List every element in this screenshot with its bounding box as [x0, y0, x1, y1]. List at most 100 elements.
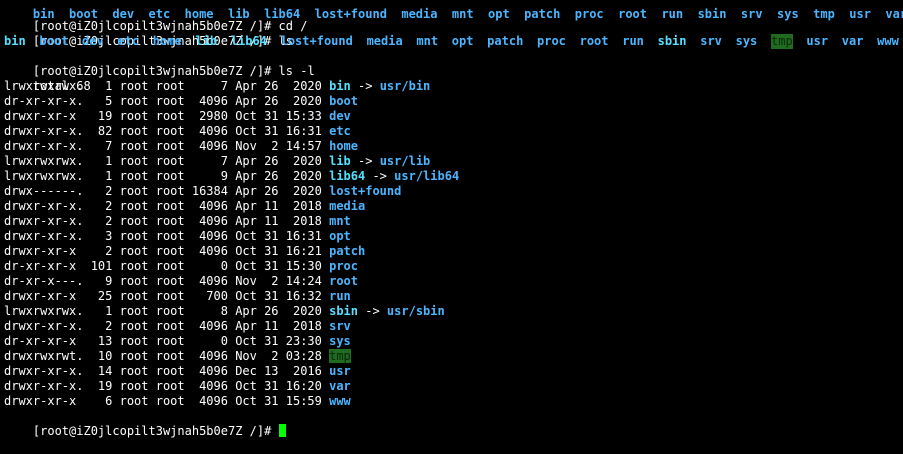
listing-entry: dr-xr-xr-x 13 root root 0 Oct 31 23:30 s…	[4, 334, 351, 349]
ls-item-dev: dev	[82, 34, 104, 48]
prompt-line-cd: [root@iZ0jlcopilt3wjnah5b0e7Z /]# cd /	[4, 4, 308, 33]
entry-meta: drwxr-xr-x. 7 root root 4096 Nov 2 14:57	[4, 139, 330, 153]
entry-meta: drwxr-xr-x 6 root root 4096 Oct 31 15:59	[4, 394, 330, 408]
listing-entry: lrwxrwxrwx. 1 root root 8 Apr 26 2020 sb…	[4, 304, 445, 319]
entry-name: www	[329, 394, 351, 408]
listing-entry: drwxr-xr-x. 82 root root 4096 Oct 31 16:…	[4, 124, 351, 139]
symlink-target: usr/bin	[379, 79, 431, 93]
listing-entry: drwxr-xr-x. 19 root root 4096 Oct 31 16:…	[4, 379, 351, 394]
ls-item-srv: srv	[700, 34, 722, 48]
entry-name: sbin	[329, 304, 359, 318]
ls-item-usr: usr	[806, 34, 829, 48]
listing-entry: lrwxrwxrwx. 1 root root 7 Apr 26 2020 li…	[4, 154, 430, 169]
listing-entry: drwxr-xr-x. 7 root root 4096 Nov 2 14:57…	[4, 139, 358, 154]
listing-entry: dr-xr-xr-x. 5 root root 4096 Apr 26 2020…	[4, 94, 358, 109]
cursor-block	[278, 424, 286, 437]
entry-meta: dr-xr-xr-x 13 root root 0 Oct 31 23:30	[4, 334, 330, 348]
listing-entry: dr-xr-x---. 9 root root 4096 Nov 2 14:24…	[4, 274, 358, 289]
entry-name: etc	[329, 124, 351, 138]
symlink-arrow: ->	[365, 169, 395, 183]
entry-name: patch	[329, 244, 366, 258]
entry-meta: drwxr-xr-x 19 root root 2980 Oct 31 15:3…	[4, 109, 330, 123]
entry-meta: drwxr-xr-x 25 root root 700 Oct 31 16:32	[4, 289, 330, 303]
symlink-arrow: ->	[358, 304, 387, 318]
ls-item-media: media	[366, 34, 403, 48]
ls-item-root: root	[579, 34, 609, 48]
symlink-target: usr/lib64	[394, 169, 460, 183]
symlink-target: usr/lib	[379, 154, 431, 168]
listing-entry: drwx------. 2 root root 16384 Apr 26 202…	[4, 184, 401, 199]
entry-meta: lrwxrwxrwx. 1 root root 8 Apr 26 2020	[4, 304, 330, 318]
listing-entry: drwxr-xr-x 2 root root 4096 Oct 31 16:21…	[4, 244, 365, 259]
symlink-arrow: ->	[350, 79, 380, 93]
listing-entry: drwxr-xr-x 19 root root 2980 Oct 31 15:3…	[4, 109, 351, 124]
entry-name: proc	[329, 259, 359, 273]
entry-meta: drwxr-xr-x. 14 root root 4096 Dec 13 201…	[4, 364, 330, 378]
entry-meta: dr-xr-xr-x. 5 root root 4096 Apr 26 2020	[4, 94, 330, 108]
symlink-target: usr/sbin	[386, 304, 445, 318]
ls-item-sbin: sbin	[657, 34, 687, 48]
entry-meta: drwxr-xr-x. 3 root root 4096 Oct 31 16:3…	[4, 229, 330, 243]
entry-meta: lrwxrwxrwx. 1 root root 7 Apr 26 2020	[4, 154, 330, 168]
ls-item-opt: opt	[451, 34, 474, 48]
total-line: total 68	[4, 64, 91, 93]
listing-entry: lrwxrwxrwx. 1 root root 7 Apr 26 2020 bi…	[4, 79, 430, 94]
entry-name: lib	[329, 154, 351, 168]
listing-entry: lrwxrwxrwx. 1 root root 9 Apr 26 2020 li…	[4, 169, 459, 184]
ls-item-sys: sys	[735, 34, 758, 48]
entry-meta: drwxr-xr-x. 82 root root 4096 Oct 31 16:…	[4, 124, 330, 138]
ls-item-lib64: lib64	[230, 34, 267, 48]
symlink-arrow: ->	[350, 154, 380, 168]
prompt-line-final[interactable]: [root@iZ0jlcopilt3wjnah5b0e7Z /]#	[4, 409, 286, 438]
entry-name: home	[329, 139, 359, 153]
entry-meta: drwxr-xr-x. 2 root root 4096 Apr 11 2018	[4, 199, 330, 213]
entry-name: dev	[329, 109, 351, 123]
entry-name: run	[329, 289, 351, 303]
entry-meta: drwxr-xr-x. 2 root root 4096 Apr 11 2018	[4, 319, 330, 333]
entry-name: lib64	[329, 169, 366, 183]
listing-entry: drwxr-xr-x. 3 root root 4096 Oct 31 16:3…	[4, 229, 351, 244]
entry-name: sys	[329, 334, 351, 348]
entry-name: opt	[329, 229, 351, 243]
entry-name: root	[329, 274, 359, 288]
prompt-line-ls: [root@iZ0jlcopilt3wjnah5b0e7Z /]# ls	[4, 19, 293, 48]
listing-entry: drwxr-xr-x. 14 root root 4096 Dec 13 201…	[4, 364, 351, 379]
entry-meta: drwxr-xr-x 2 root root 4096 Oct 31 16:21	[4, 244, 330, 258]
entry-meta: drwx------. 2 root root 16384 Apr 26 202…	[4, 184, 330, 198]
entry-meta: dr-xr-x---. 9 root root 4096 Nov 2 14:24	[4, 274, 330, 288]
entry-meta: drwxrwxrwt. 10 root root 4096 Nov 2 03:2…	[4, 349, 330, 363]
ls-item-home: home	[152, 34, 182, 48]
entry-name: bin	[329, 79, 351, 93]
entry-name: var	[329, 379, 351, 393]
listing-entry: drwxrwxrwt. 10 root root 4096 Nov 2 03:2…	[4, 349, 351, 364]
listing-entry: drwxr-xr-x. 2 root root 4096 Apr 11 2018…	[4, 214, 351, 229]
entry-name: mnt	[329, 214, 351, 228]
ls-item-var: var	[841, 34, 864, 48]
command-text: ls -l	[278, 64, 315, 78]
entry-meta: dr-xr-xr-x 101 root root 0 Oct 31 15:30	[4, 259, 330, 273]
entry-meta: drwxr-xr-x. 19 root root 4096 Oct 31 16:…	[4, 379, 330, 393]
listing-entry: dr-xr-xr-x 101 root root 0 Oct 31 15:30 …	[4, 259, 358, 274]
terminal-window[interactable]: bin boot dev etc home lib lib64 lost+fou…	[0, 0, 903, 438]
ls-item-patch: patch	[487, 34, 524, 48]
entry-name: srv	[329, 319, 351, 333]
ls-item-tmp: tmp	[771, 34, 793, 49]
entry-meta: lrwxrwxrwx. 1 root root 7 Apr 26 2020	[4, 79, 330, 93]
ls-item-www: www	[877, 34, 899, 48]
prompt-line-lsl: [root@iZ0jlcopilt3wjnah5b0e7Z /]# ls -l	[4, 49, 315, 78]
entry-name: lost+found	[329, 184, 402, 198]
listing-entry: drwxr-xr-x. 2 root root 4096 Apr 11 2018…	[4, 199, 365, 214]
ls-item-run: run	[622, 34, 644, 48]
ls-item-lib: lib	[195, 34, 218, 48]
ls-output-row: bin boot dev etc home lib lib64 lost+found media…	[4, 34, 899, 49]
ls-item-etc: etc	[117, 34, 140, 48]
listing-entry: drwxr-xr-x 25 root root 700 Oct 31 16:32…	[4, 289, 351, 304]
entry-meta: lrwxrwxrwx. 1 root root 9 Apr 26 2020	[4, 169, 330, 183]
entry-name: usr	[329, 364, 351, 378]
ls-item-lost-found: lost+found	[280, 34, 353, 48]
ls-item-bin: bin	[4, 34, 26, 48]
ls-item-boot: boot	[39, 34, 69, 48]
ls-item-proc: proc	[537, 34, 566, 48]
entry-name: boot	[329, 94, 359, 108]
prompt-text: [root@iZ0jlcopilt3wjnah5b0e7Z /]#	[32, 424, 279, 438]
